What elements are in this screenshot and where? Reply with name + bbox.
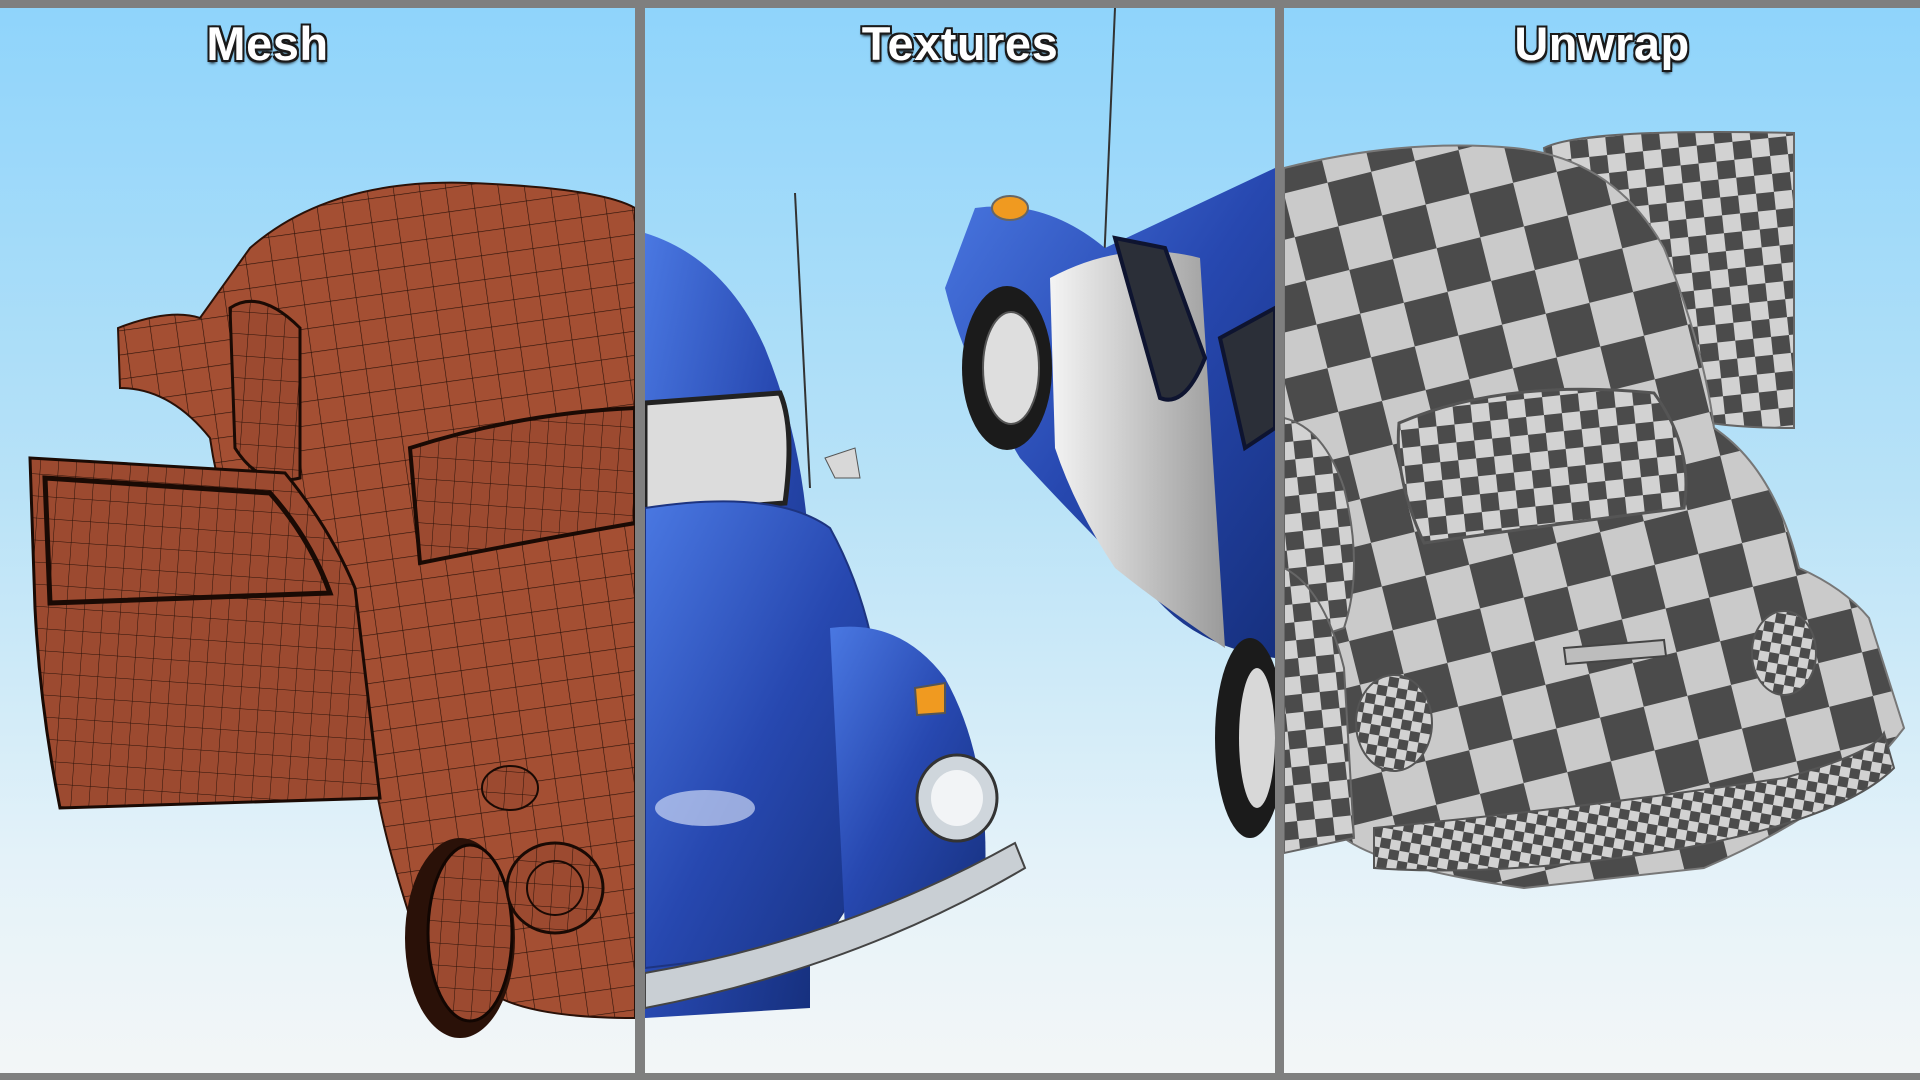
mesh-title: Mesh (206, 17, 329, 70)
textures-title: Textures (861, 17, 1059, 70)
unwrap-panel: Unwrap (1284, 8, 1920, 1073)
textured-car-render (645, 8, 1275, 1018)
mesh-panel: Mesh (0, 8, 635, 1073)
textures-panel: Textures (645, 8, 1275, 1073)
wireframe-car-render (28, 181, 635, 1038)
comparison-image: Mesh Textures Unwrap (0, 0, 1920, 1080)
checker-uv-car-render (1284, 131, 1906, 890)
unwrap-title: Unwrap (1514, 17, 1690, 70)
